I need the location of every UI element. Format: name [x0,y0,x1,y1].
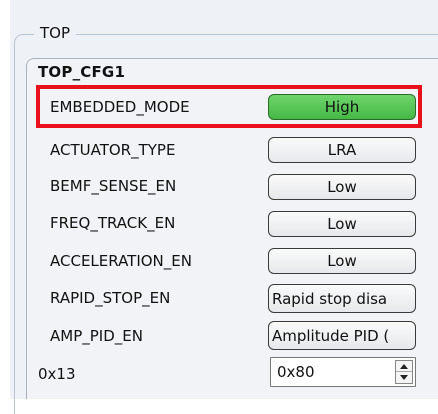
amp-pid-en-label: AMP_PID_EN [50,327,143,345]
actuator-type-button[interactable]: LRA [268,137,416,163]
rapid-stop-en-button[interactable]: Rapid stop disa [268,284,416,313]
chevron-down-icon [400,375,408,380]
spin-down-button[interactable] [396,372,412,383]
rapid-stop-en-label: RAPID_STOP_EN [50,289,171,307]
register-address-label: 0x13 [38,365,76,383]
chevron-up-icon [400,363,408,369]
register-value-spinbox[interactable]: 0x80 [270,357,416,387]
freq-track-en-button[interactable]: Low [268,211,416,237]
spinbox-buttons [395,360,413,384]
top-group-title: TOP [34,22,77,44]
acceleration-en-button[interactable]: Low [268,248,416,274]
spin-up-button[interactable] [396,361,412,372]
highlight-box [36,85,422,128]
amp-pid-en-button[interactable]: Amplitude PID ( [268,321,416,350]
acceleration-en-label: ACCELERATION_EN [50,252,192,270]
actuator-type-label: ACTUATOR_TYPE [50,141,176,159]
bemf-sense-en-label: BEMF_SENSE_EN [50,177,177,195]
freq-track-en-label: FREQ_TRACK_EN [50,214,176,232]
bemf-sense-en-button[interactable]: Low [268,174,416,200]
register-value-text[interactable]: 0x80 [277,363,315,381]
cfg-panel-title: TOP_CFG1 [38,63,126,81]
